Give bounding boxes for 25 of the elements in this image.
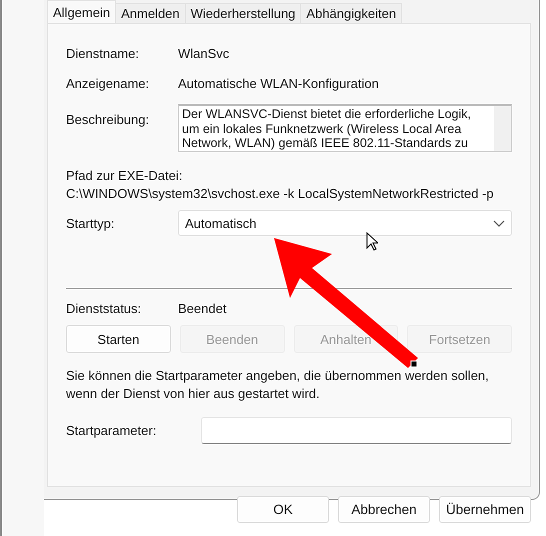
- field-label: Starttyp:: [66, 216, 116, 230]
- field-label: Startparameter:: [66, 422, 158, 438]
- field-label: Dienststatus:: [66, 300, 142, 316]
- dialog-button[interactable]: Übernehmen: [439, 496, 531, 523]
- field-label: Anzeigename:: [66, 76, 150, 90]
- service-button[interactable]: Starten: [66, 325, 171, 353]
- startup-type-dropdown[interactable]: Automatisch: [178, 210, 512, 236]
- description-box: Der WLANSVC-Dienst bietet die erforderliche Logik, um ein lokales Funknetzwerk (Wireless Local Area Network, WLAN) gemäß IEEE 802.11-Standards zu: [178, 104, 512, 152]
- field-value: Beendet: [178, 300, 226, 316]
- mouse-pointer-icon: [366, 232, 378, 251]
- field-label: Beschreibung:: [66, 112, 150, 127]
- dialog-button[interactable]: Abbrechen: [338, 496, 430, 523]
- start-parameters-field[interactable]: [201, 416, 512, 444]
- hint-text: Sie können die Startparameter angeben, die übernommen werden sollen, wenn der Dienst von hier aus gestartet wird.: [66, 367, 490, 403]
- tab[interactable]: Wiederherstellung: [184, 3, 302, 23]
- exe-path: C:\WINDOWS\system32\svchost.exe -k LocalSystemNetworkRestricted -p: [66, 186, 495, 201]
- field-value: Automatische WLAN-Konfiguration: [178, 76, 379, 90]
- field-label: Dienstname:: [66, 46, 140, 60]
- tab[interactable]: Allgemein: [47, 0, 116, 23]
- tab[interactable]: Anmelden: [115, 3, 186, 23]
- chevron-down-icon: [493, 220, 505, 226]
- dialog-button[interactable]: OK: [237, 496, 329, 523]
- tab[interactable]: Abhängigkeiten: [300, 3, 402, 23]
- field-value: WlanSvc: [178, 46, 230, 60]
- field-label: Pfad zur EXE-Datei:: [66, 168, 184, 183]
